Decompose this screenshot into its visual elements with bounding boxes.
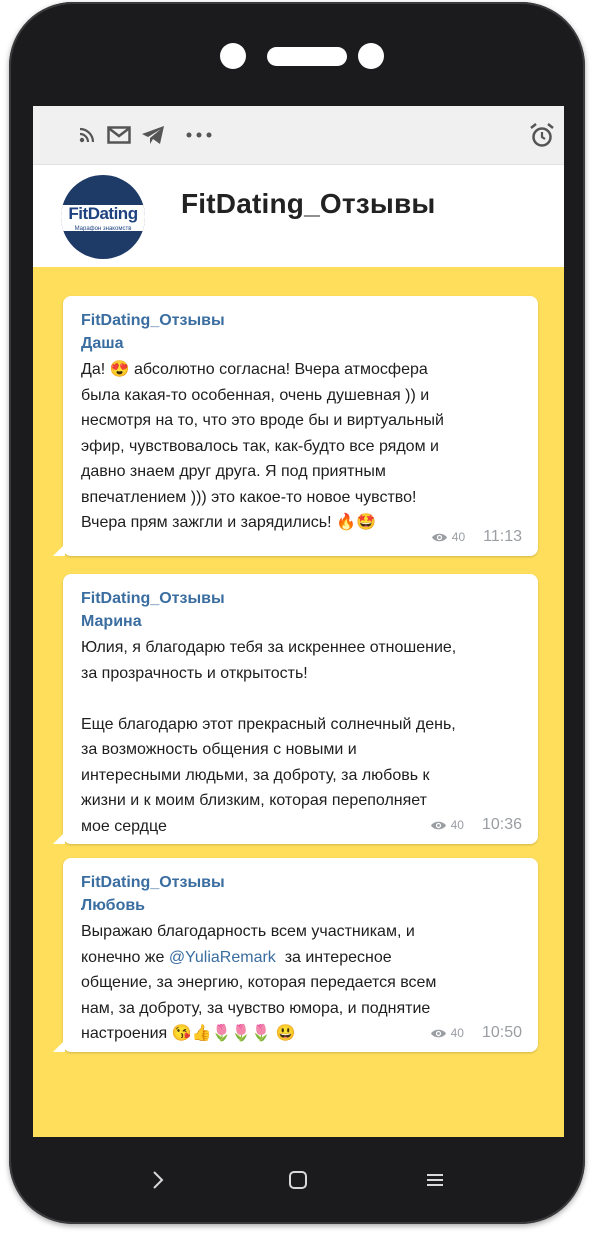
rss-icon bbox=[79, 127, 95, 143]
more-icon bbox=[186, 132, 212, 138]
message-time: 10:50 bbox=[481, 1024, 522, 1041]
message-author[interactable]: Марина bbox=[81, 610, 522, 633]
menu-icon[interactable] bbox=[426, 1170, 444, 1190]
mail-icon bbox=[107, 126, 131, 144]
message-views: 40 bbox=[450, 818, 464, 832]
message-channel-name[interactable]: FitDating_Отзывы bbox=[81, 871, 522, 894]
channel-header[interactable]: FitDating Марафон знакомств FitDating_От… bbox=[33, 165, 564, 267]
message-author[interactable]: Любовь bbox=[81, 894, 522, 917]
message-meta: 40 11:13 bbox=[431, 528, 522, 546]
avatar-logo-text: FitDating bbox=[68, 204, 138, 223]
message-text: Да! 😍 абсолютно согласна! Вчера атмосфер… bbox=[81, 361, 444, 531]
eye-icon bbox=[430, 1029, 446, 1037]
alarm-icon bbox=[530, 123, 554, 147]
message-views: 40 bbox=[450, 1026, 464, 1040]
telegram-icon bbox=[142, 126, 164, 144]
camera-dot bbox=[358, 43, 384, 69]
channel-avatar[interactable]: FitDating Марафон знакомств bbox=[61, 175, 145, 259]
phone-notch bbox=[9, 42, 585, 70]
screen: FitDating Марафон знакомств FitDating_От… bbox=[33, 106, 564, 1137]
message-meta: 40 10:50 bbox=[430, 1024, 522, 1042]
earpiece-speaker bbox=[267, 47, 347, 66]
message-time: 11:13 bbox=[483, 528, 522, 545]
home-icon[interactable] bbox=[288, 1170, 308, 1190]
phone-frame: FitDating Марафон знакомств FitDating_От… bbox=[9, 2, 585, 1224]
status-bar bbox=[33, 106, 564, 165]
message-text: Юлия, я благодарю тебя за искреннее отно… bbox=[81, 639, 457, 835]
message-channel-name[interactable]: FitDating_Отзывы bbox=[81, 587, 522, 610]
message-bubble[interactable]: FitDating_Отзывы Даша Да! 😍 абсолютно со… bbox=[53, 296, 538, 556]
navigation-bar bbox=[9, 1162, 585, 1202]
mention-link[interactable]: @YuliaRemark bbox=[169, 949, 276, 966]
channel-title: FitDating_Отзывы bbox=[181, 188, 436, 219]
message-views: 40 bbox=[451, 530, 466, 544]
message-author[interactable]: Даша bbox=[81, 332, 522, 355]
message-time: 10:36 bbox=[481, 816, 522, 833]
sensor-dot bbox=[220, 43, 246, 69]
message-meta: 40 10:36 bbox=[430, 816, 522, 834]
message-bubble[interactable]: FitDating_Отзывы Марина Юлия, я благодар… bbox=[53, 574, 538, 844]
eye-icon bbox=[431, 533, 447, 541]
back-icon[interactable] bbox=[151, 1170, 165, 1190]
eye-icon bbox=[430, 821, 446, 829]
message-channel-name[interactable]: FitDating_Отзывы bbox=[81, 309, 522, 332]
avatar-logo-subtitle: Марафон знакомств bbox=[74, 226, 132, 232]
message-bubble[interactable]: FitDating_Отзывы Любовь Выражаю благодар… bbox=[53, 858, 538, 1052]
